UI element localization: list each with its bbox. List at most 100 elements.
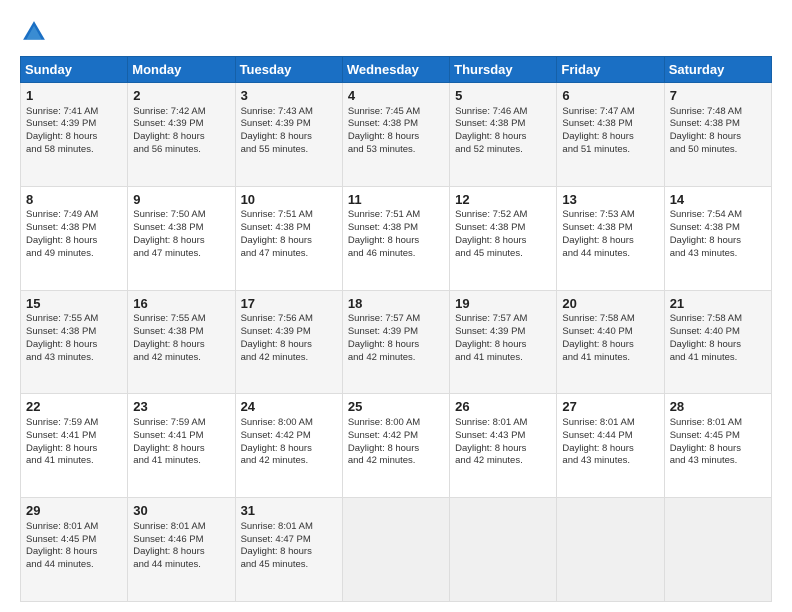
day-info-line: Daylight: 8 hours bbox=[26, 131, 122, 144]
day-info-line: and 43 minutes. bbox=[670, 455, 766, 468]
day-number: 7 bbox=[670, 87, 766, 105]
calendar-cell bbox=[342, 498, 449, 602]
day-info-line: Sunrise: 7:41 AM bbox=[26, 106, 122, 119]
day-info-line: Sunset: 4:40 PM bbox=[562, 326, 658, 339]
weekday-header-saturday: Saturday bbox=[664, 57, 771, 83]
day-info-line: and 53 minutes. bbox=[348, 144, 444, 157]
calendar-cell: 2Sunrise: 7:42 AMSunset: 4:39 PMDaylight… bbox=[128, 83, 235, 187]
day-info-line: Sunrise: 7:59 AM bbox=[26, 417, 122, 430]
weekday-header-friday: Friday bbox=[557, 57, 664, 83]
day-info-line: and 43 minutes. bbox=[26, 352, 122, 365]
day-number: 3 bbox=[241, 87, 337, 105]
day-info-line: Sunset: 4:38 PM bbox=[562, 118, 658, 131]
day-info-line: Sunrise: 7:57 AM bbox=[348, 313, 444, 326]
day-number: 16 bbox=[133, 295, 229, 313]
day-info-line: and 44 minutes. bbox=[133, 559, 229, 572]
day-info-line: Daylight: 8 hours bbox=[241, 546, 337, 559]
day-info-line: and 42 minutes. bbox=[348, 352, 444, 365]
day-info-line: Sunrise: 7:47 AM bbox=[562, 106, 658, 119]
calendar-week-3: 15Sunrise: 7:55 AMSunset: 4:38 PMDayligh… bbox=[21, 290, 772, 394]
day-info-line: and 49 minutes. bbox=[26, 248, 122, 261]
calendar-cell: 4Sunrise: 7:45 AMSunset: 4:38 PMDaylight… bbox=[342, 83, 449, 187]
day-info-line: and 46 minutes. bbox=[348, 248, 444, 261]
calendar-cell: 23Sunrise: 7:59 AMSunset: 4:41 PMDayligh… bbox=[128, 394, 235, 498]
day-info-line: Daylight: 8 hours bbox=[241, 131, 337, 144]
day-info-line: and 47 minutes. bbox=[241, 248, 337, 261]
day-number: 18 bbox=[348, 295, 444, 313]
day-number: 22 bbox=[26, 398, 122, 416]
day-number: 6 bbox=[562, 87, 658, 105]
day-info-line: Sunset: 4:44 PM bbox=[562, 430, 658, 443]
day-number: 27 bbox=[562, 398, 658, 416]
day-info-line: and 45 minutes. bbox=[241, 559, 337, 572]
weekday-header-sunday: Sunday bbox=[21, 57, 128, 83]
day-info-line: Sunset: 4:38 PM bbox=[348, 118, 444, 131]
day-info-line: Sunset: 4:40 PM bbox=[670, 326, 766, 339]
day-info-line: Sunset: 4:45 PM bbox=[26, 534, 122, 547]
day-info-line: Sunrise: 7:43 AM bbox=[241, 106, 337, 119]
day-info-line: Sunrise: 7:51 AM bbox=[348, 209, 444, 222]
calendar-week-2: 8Sunrise: 7:49 AMSunset: 4:38 PMDaylight… bbox=[21, 186, 772, 290]
day-info-line: Sunset: 4:38 PM bbox=[26, 222, 122, 235]
day-info-line: Sunset: 4:42 PM bbox=[348, 430, 444, 443]
day-number: 10 bbox=[241, 191, 337, 209]
day-number: 28 bbox=[670, 398, 766, 416]
day-info-line: Sunset: 4:38 PM bbox=[670, 222, 766, 235]
day-info-line: Daylight: 8 hours bbox=[133, 546, 229, 559]
day-info-line: and 44 minutes. bbox=[26, 559, 122, 572]
day-info-line: Daylight: 8 hours bbox=[26, 546, 122, 559]
calendar-cell: 30Sunrise: 8:01 AMSunset: 4:46 PMDayligh… bbox=[128, 498, 235, 602]
day-number: 8 bbox=[26, 191, 122, 209]
day-number: 29 bbox=[26, 502, 122, 520]
calendar-cell: 9Sunrise: 7:50 AMSunset: 4:38 PMDaylight… bbox=[128, 186, 235, 290]
day-info-line: Daylight: 8 hours bbox=[133, 443, 229, 456]
day-number: 17 bbox=[241, 295, 337, 313]
day-info-line: Sunrise: 7:56 AM bbox=[241, 313, 337, 326]
day-info-line: Daylight: 8 hours bbox=[348, 339, 444, 352]
day-info-line: Daylight: 8 hours bbox=[133, 339, 229, 352]
calendar-cell: 10Sunrise: 7:51 AMSunset: 4:38 PMDayligh… bbox=[235, 186, 342, 290]
day-info-line: and 58 minutes. bbox=[26, 144, 122, 157]
day-number: 21 bbox=[670, 295, 766, 313]
weekday-header-monday: Monday bbox=[128, 57, 235, 83]
day-info-line: Sunrise: 8:01 AM bbox=[562, 417, 658, 430]
day-info-line: Sunrise: 7:59 AM bbox=[133, 417, 229, 430]
day-info-line: Daylight: 8 hours bbox=[670, 235, 766, 248]
day-info-line: Daylight: 8 hours bbox=[133, 131, 229, 144]
day-number: 30 bbox=[133, 502, 229, 520]
day-info-line: Sunset: 4:38 PM bbox=[241, 222, 337, 235]
day-info-line: and 45 minutes. bbox=[455, 248, 551, 261]
day-info-line: Sunrise: 7:55 AM bbox=[26, 313, 122, 326]
day-info-line: Sunrise: 7:51 AM bbox=[241, 209, 337, 222]
day-info-line: and 41 minutes. bbox=[26, 455, 122, 468]
day-info-line: Sunrise: 8:01 AM bbox=[133, 521, 229, 534]
calendar-cell: 1Sunrise: 7:41 AMSunset: 4:39 PMDaylight… bbox=[21, 83, 128, 187]
day-info-line: Sunset: 4:42 PM bbox=[241, 430, 337, 443]
logo-icon bbox=[20, 18, 48, 46]
calendar-cell: 5Sunrise: 7:46 AMSunset: 4:38 PMDaylight… bbox=[450, 83, 557, 187]
day-info-line: Sunrise: 7:58 AM bbox=[562, 313, 658, 326]
day-info-line: Daylight: 8 hours bbox=[348, 235, 444, 248]
weekday-header-thursday: Thursday bbox=[450, 57, 557, 83]
day-info-line: and 55 minutes. bbox=[241, 144, 337, 157]
weekday-header-tuesday: Tuesday bbox=[235, 57, 342, 83]
day-number: 24 bbox=[241, 398, 337, 416]
calendar-header: SundayMondayTuesdayWednesdayThursdayFrid… bbox=[21, 57, 772, 83]
day-info-line: Sunset: 4:38 PM bbox=[26, 326, 122, 339]
day-number: 20 bbox=[562, 295, 658, 313]
day-info-line: Sunset: 4:39 PM bbox=[348, 326, 444, 339]
day-info-line: and 41 minutes. bbox=[133, 455, 229, 468]
day-number: 2 bbox=[133, 87, 229, 105]
day-info-line: Sunrise: 7:50 AM bbox=[133, 209, 229, 222]
day-info-line: Daylight: 8 hours bbox=[562, 235, 658, 248]
calendar-cell: 19Sunrise: 7:57 AMSunset: 4:39 PMDayligh… bbox=[450, 290, 557, 394]
header bbox=[20, 18, 772, 46]
calendar-cell bbox=[557, 498, 664, 602]
weekday-header-wednesday: Wednesday bbox=[342, 57, 449, 83]
day-info-line: and 42 minutes. bbox=[348, 455, 444, 468]
day-info-line: Sunrise: 7:52 AM bbox=[455, 209, 551, 222]
calendar-cell: 7Sunrise: 7:48 AMSunset: 4:38 PMDaylight… bbox=[664, 83, 771, 187]
day-info-line: and 41 minutes. bbox=[670, 352, 766, 365]
day-info-line: Sunset: 4:38 PM bbox=[133, 326, 229, 339]
calendar-cell: 28Sunrise: 8:01 AMSunset: 4:45 PMDayligh… bbox=[664, 394, 771, 498]
